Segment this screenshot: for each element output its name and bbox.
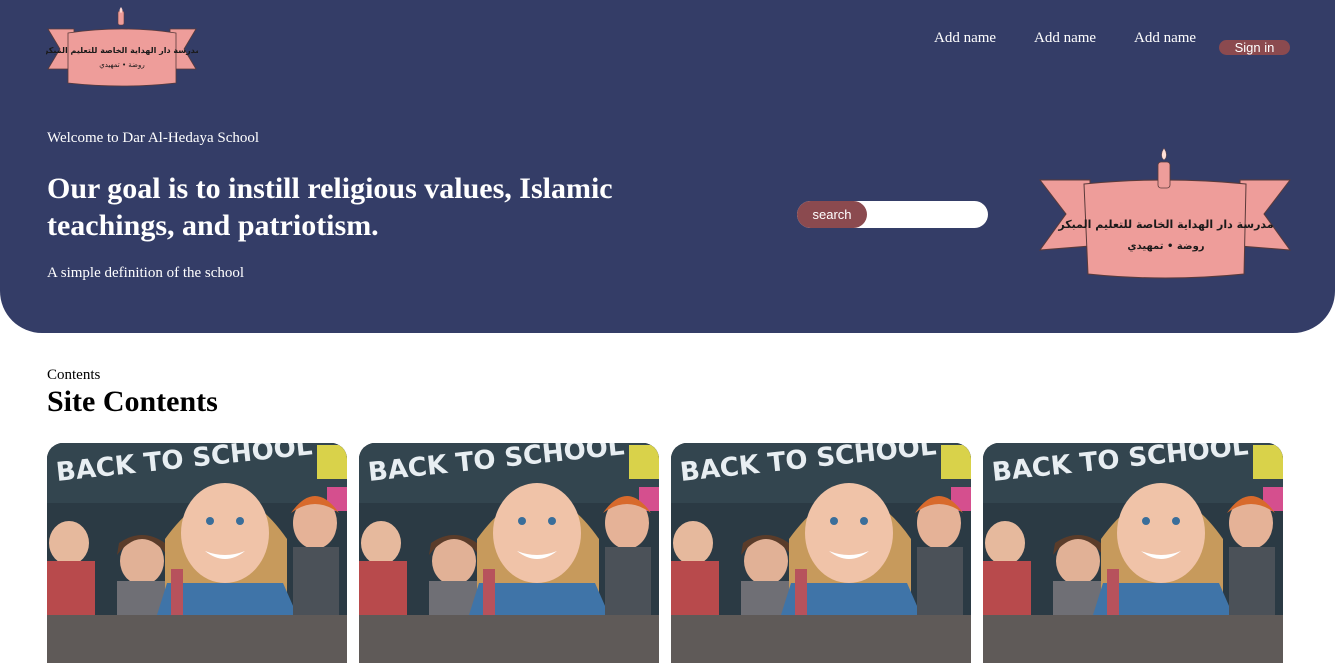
content-card[interactable]: BACK TO SCHOOL [671,443,971,663]
back-to-school-image: BACK TO SCHOOL [359,443,659,615]
logo-text-line2: روضة • تمهيدي [99,61,145,69]
school-logo-large: مدرسة دار الهداية الخاصة للتعليم المبكر … [1038,147,1292,279]
nav-link-2[interactable]: Add name [1034,30,1096,47]
hero-headline: Our goal is to instill religious values,… [47,172,613,242]
search-button[interactable]: search [797,201,867,228]
site-contents-title: Site Contents [47,385,218,418]
nav-link-3[interactable]: Add name [1134,30,1196,47]
logo-large-text-line1: مدرسة دار الهداية الخاصة للتعليم المبكر [1057,218,1273,231]
card-footer [983,615,1283,663]
back-to-school-image: BACK TO SCHOOL [983,443,1283,615]
welcome-text: Welcome to Dar Al-Hedaya School [47,130,260,146]
card-footer [359,615,659,663]
school-definition: A simple definition of the school [47,265,245,281]
back-to-school-image: BACK TO SCHOOL [47,443,347,615]
school-logo[interactable]: مدرسة دار الهداية الخاصة للتعليم المبكر … [46,7,198,89]
logo-large-text-line2: روضة • تمهيدي [1127,241,1204,252]
content-card[interactable]: BACK TO SCHOOL [983,443,1283,663]
back-to-school-image: BACK TO SCHOOL [671,443,971,615]
sign-in-button[interactable]: Sign in [1219,40,1290,55]
content-card[interactable]: BACK TO SCHOOL [359,443,659,663]
hero-banner: مدرسة دار الهداية الخاصة للتعليم المبكر … [0,0,1335,333]
search-bar: search [797,201,988,228]
contents-label: Contents [47,367,101,383]
content-card[interactable]: BACK TO SCHOOL [47,443,347,663]
card-footer [671,615,971,663]
card-footer [47,615,347,663]
search-input[interactable] [869,204,983,227]
logo-text-line1: مدرسة دار الهداية الخاصة للتعليم المبكر [46,46,198,55]
nav-link-1[interactable]: Add name [934,30,996,47]
